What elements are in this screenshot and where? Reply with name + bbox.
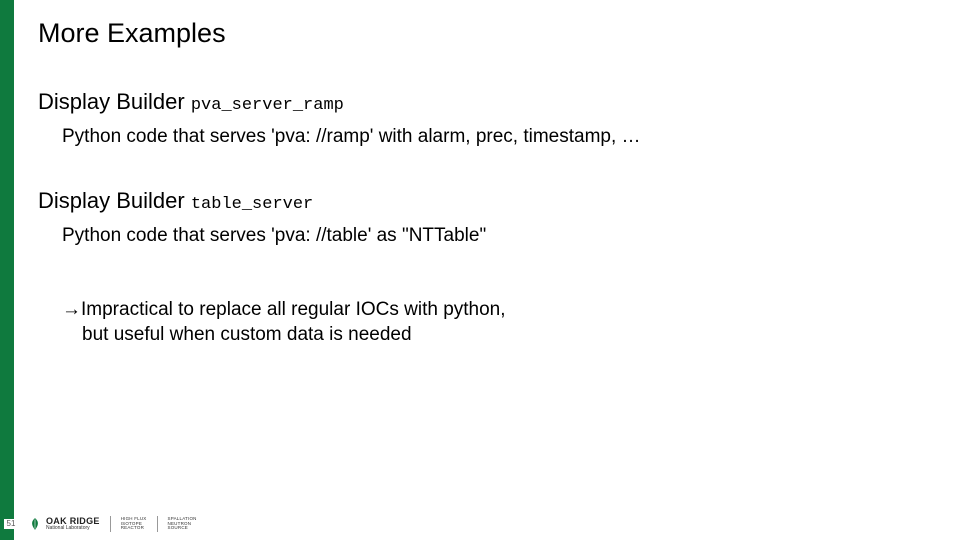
section1-body: Python code that serves 'pva: //ramp' wi… — [62, 125, 940, 150]
divider — [157, 516, 158, 532]
note-block: →Impractical to replace all regular IOCs… — [62, 298, 940, 347]
note-line1: Impractical to replace all regular IOCs … — [81, 299, 506, 320]
lab2: SPALLATION NEUTRON SOURCE — [168, 517, 197, 531]
note-line2: but useful when custom data is needed — [82, 324, 412, 345]
lab1: HIGH FLUX ISOTOPE REACTOR — [121, 517, 147, 531]
accent-bar — [0, 0, 14, 540]
lab1-l3: REACTOR — [121, 526, 147, 531]
oakridge-sub: National Laboratory — [46, 526, 100, 531]
oakridge-text: OAK RIDGE National Laboratory — [46, 517, 100, 531]
slide-content: More Examples Display Builder pva_server… — [38, 18, 940, 348]
slide-title: More Examples — [38, 18, 940, 49]
oakridge-logo: OAK RIDGE National Laboratory — [28, 517, 100, 531]
lab2-l3: SOURCE — [168, 526, 197, 531]
divider — [110, 516, 111, 532]
section1-heading: Display Builder pva_server_ramp — [38, 89, 940, 115]
section1-heading-text: Display Builder — [38, 89, 191, 114]
leaf-icon — [28, 517, 42, 531]
logo-group: OAK RIDGE National Laboratory HIGH FLUX … — [28, 516, 197, 532]
section2-heading-text: Display Builder — [38, 188, 191, 213]
section2-heading-mono: table_server — [191, 195, 313, 214]
section1-heading-mono: pva_server_ramp — [191, 96, 344, 115]
page-number: 51 — [4, 519, 18, 529]
arrow-icon: → — [62, 299, 81, 320]
footer: 51 OAK RIDGE National Laboratory HIGH FL… — [0, 516, 960, 532]
section2-heading: Display Builder table_server — [38, 188, 940, 214]
section2-body: Python code that serves 'pva: //table' a… — [62, 224, 940, 249]
